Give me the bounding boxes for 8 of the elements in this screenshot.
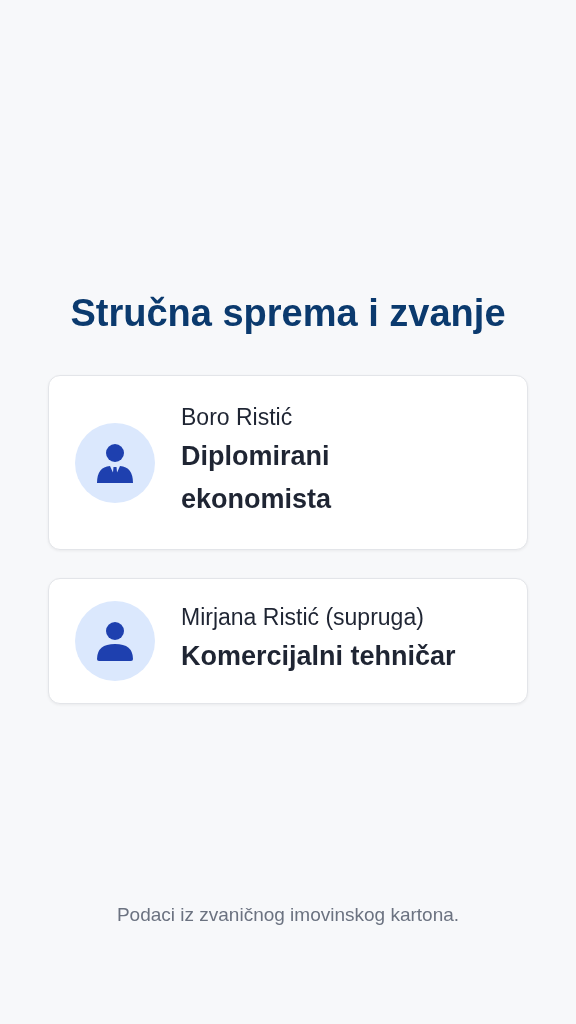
person-icon (97, 621, 133, 662)
page-title: Stručna sprema i zvanje (69, 292, 507, 335)
footer-note: Podaci iz zvaničnog imovinskog kartona. (115, 904, 461, 926)
person-name: Boro Ristić (181, 404, 294, 431)
person-suit-icon (97, 442, 133, 483)
qualification: Diplomirani ekonomista (181, 440, 333, 517)
qualification: Komercijalni tehničar (181, 640, 456, 674)
person-name: Mirjana Ristić (supruga) (181, 604, 425, 632)
